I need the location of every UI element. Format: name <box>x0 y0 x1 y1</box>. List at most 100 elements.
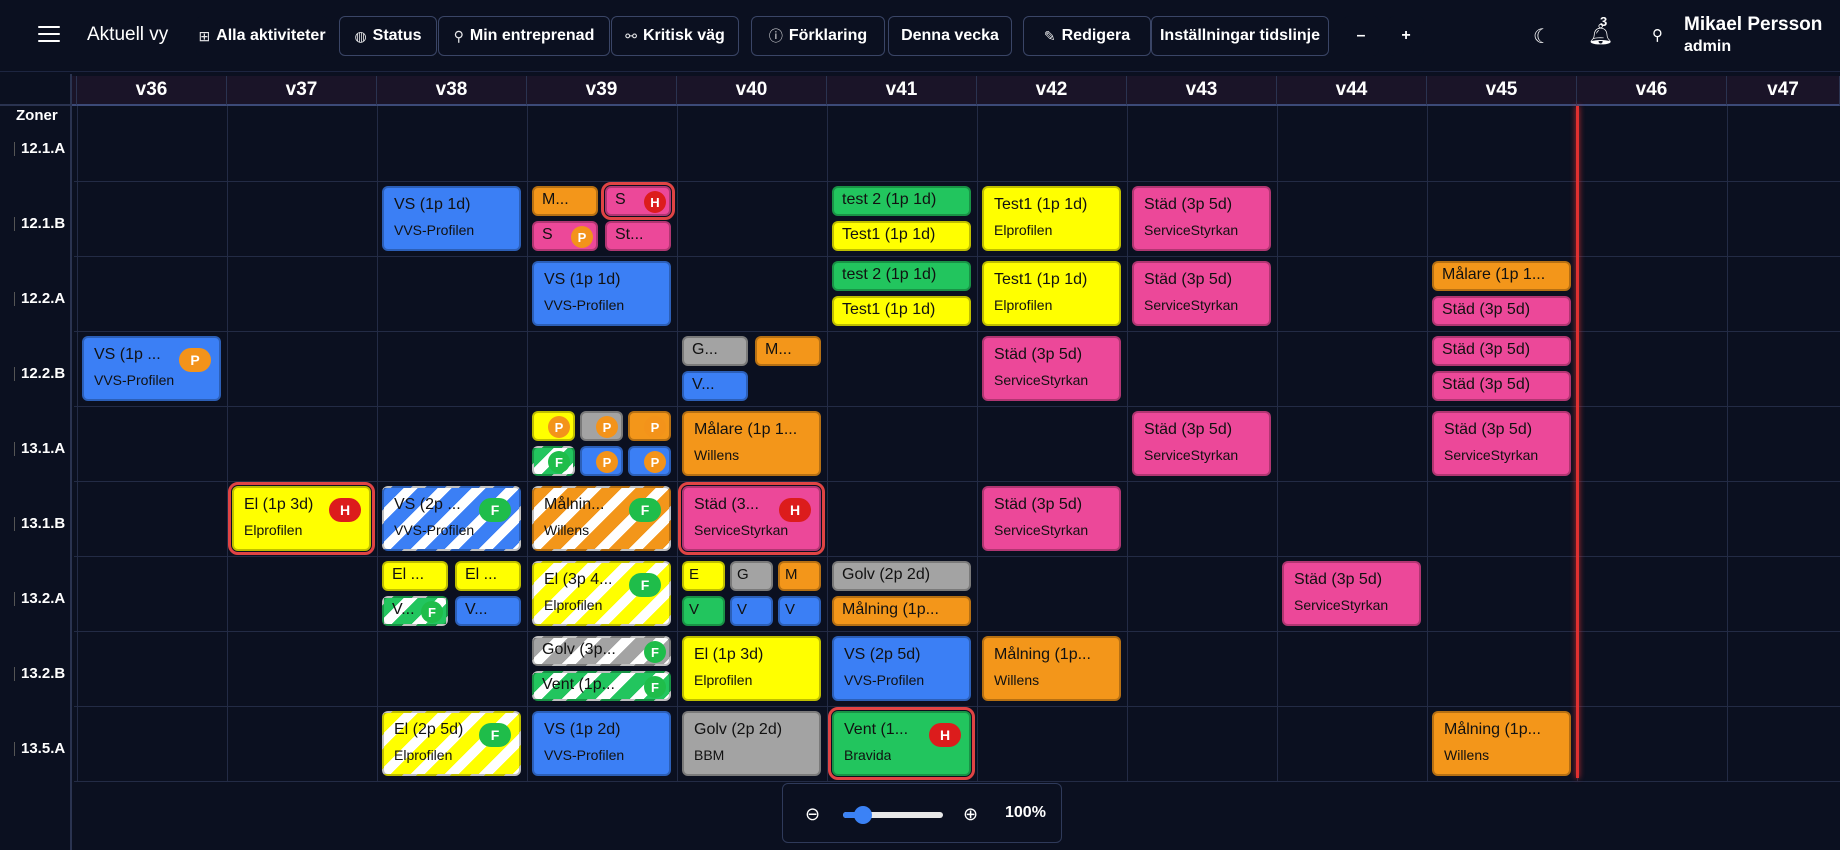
task-title: St... <box>615 226 644 243</box>
task-card[interactable]: St... <box>605 221 671 251</box>
task-card[interactable]: Städ (3p 5d) ServiceStyrkan <box>1132 411 1271 476</box>
this-week-button[interactable]: Denna vecka <box>888 16 1012 56</box>
task-contractor: Elprofilen <box>544 597 603 613</box>
task-card[interactable]: Städ (3p 5d) ServiceStyrkan <box>1132 186 1271 251</box>
task-card[interactable]: Städ (3p 5d) ServiceStyrkan <box>1132 261 1271 326</box>
task-card[interactable]: VS (1p 1d) VVS-Profilen <box>532 261 671 326</box>
week-header-v41: v41 <box>827 76 977 106</box>
edit-button[interactable]: ✎ Redigera <box>1023 16 1151 56</box>
task-card[interactable]: El (2p 5d) Elprofilen F <box>382 711 521 776</box>
zoom-in-icon[interactable]: ⊕ <box>963 804 978 825</box>
zoom-plus-button[interactable]: + <box>1388 16 1424 56</box>
user-name[interactable]: Mikael Persson <box>1684 14 1822 36</box>
task-card[interactable]: El (1p 3d) Elprofilen H <box>228 482 375 555</box>
task-title: G <box>737 566 749 583</box>
task-card[interactable]: test 2 (1p 1d) <box>832 261 971 291</box>
task-card[interactable]: V... <box>455 596 521 626</box>
task-card[interactable]: El ... <box>455 561 521 591</box>
task-card[interactable]: Test1 (1p 1d) Elprofilen <box>982 186 1121 251</box>
user-avatar-icon[interactable]: ⚲ <box>1652 26 1663 44</box>
legend-button[interactable]: ⓘ Förklaring <box>751 16 885 56</box>
task-card[interactable]: Städ (3p 5d) ServiceStyrkan <box>982 486 1121 551</box>
task-card[interactable]: Målning (1p... Willens <box>982 636 1121 701</box>
task-card[interactable]: SH <box>601 182 675 220</box>
task-card[interactable]: M... <box>755 336 821 366</box>
hamburger-menu-icon[interactable] <box>38 26 60 44</box>
task-card[interactable]: Målare (1p 1... <box>1432 261 1571 291</box>
task-card[interactable]: F <box>532 446 575 476</box>
task-card[interactable]: Målning (1p... <box>832 596 971 626</box>
zoom-out-icon[interactable]: ⊖ <box>805 804 820 825</box>
task-title: Test1 (1p 1d) <box>994 271 1088 288</box>
task-card[interactable]: El ... <box>382 561 448 591</box>
my-contractor-button[interactable]: ⚲ Min entreprenad <box>438 16 610 56</box>
zone-label-13-2-B: 13.2.B <box>14 666 65 681</box>
task-card[interactable]: E <box>682 561 725 591</box>
task-card[interactable]: Målnin... Willens F <box>532 486 671 551</box>
all-activities-button[interactable]: ⊞ Alla aktiviteter <box>196 16 328 56</box>
task-card[interactable]: Städ (3p 5d) <box>1432 296 1571 326</box>
task-card[interactable]: Städ (3p 5d) ServiceStyrkan <box>1432 411 1571 476</box>
task-card[interactable]: Golv (2p 2d) BBM <box>682 711 821 776</box>
task-card[interactable]: Vent (1p... F <box>532 671 671 701</box>
task-card[interactable]: El (3p 4... Elprofilen F <box>532 561 671 626</box>
task-card[interactable]: P <box>628 446 671 476</box>
task-contractor: VVS-Profilen <box>394 522 475 538</box>
task-card[interactable]: Test1 (1p 1d) <box>832 221 971 251</box>
task-title: E <box>689 566 700 583</box>
task-card[interactable]: SP <box>532 221 598 251</box>
task-card[interactable]: P <box>580 411 623 441</box>
task-card[interactable]: VS (1p 2d) VVS-Profilen <box>532 711 671 776</box>
task-card[interactable]: test 2 (1p 1d) <box>832 186 971 216</box>
task-card[interactable]: V... <box>682 371 748 401</box>
task-card[interactable]: Målning (1p... Willens <box>1432 711 1571 776</box>
task-card[interactable]: Test1 (1p 1d) <box>832 296 971 326</box>
task-contractor: ServiceStyrkan <box>994 522 1089 538</box>
task-card[interactable]: V <box>778 596 821 626</box>
task-card[interactable]: P <box>532 411 575 441</box>
task-card[interactable]: V <box>682 596 725 626</box>
week-header-v46: v46 <box>1577 76 1727 106</box>
task-card[interactable]: Vent (1... Bravida H <box>828 707 975 780</box>
week-header-v47: v47 <box>1727 76 1840 106</box>
task-card[interactable]: Städ (3p 5d) ServiceStyrkan <box>1282 561 1421 626</box>
timeline-settings-button[interactable]: Inställningar tidslinje <box>1151 16 1329 56</box>
task-card[interactable]: P <box>628 411 671 441</box>
status-badge-H: H <box>644 191 666 213</box>
task-card[interactable]: Målare (1p 1... Willens <box>682 411 821 476</box>
task-title: Test1 (1p 1d) <box>842 301 936 318</box>
moon-icon[interactable]: ☾ <box>1533 24 1551 49</box>
zoom-minus-button[interactable]: – <box>1343 16 1379 56</box>
task-card[interactable]: VS (2p 5d) VVS-Profilen <box>832 636 971 701</box>
task-card[interactable]: Städ (3p 5d) ServiceStyrkan <box>982 336 1121 401</box>
task-card[interactable]: VS (1p ... VVS-Profilen P <box>82 336 221 401</box>
task-card[interactable]: Test1 (1p 1d) Elprofilen <box>982 261 1121 326</box>
task-card[interactable]: Städ (3p 5d) <box>1432 336 1571 366</box>
task-title: VS (2p ... <box>394 496 461 513</box>
critical-path-button[interactable]: ⚯ Kritisk väg <box>611 16 739 56</box>
task-card[interactable]: V <box>730 596 773 626</box>
status-button[interactable]: ◍ Status <box>339 16 437 56</box>
task-card[interactable]: M... <box>532 186 598 216</box>
zoom-slider-handle[interactable] <box>854 806 872 824</box>
today-marker <box>1576 106 1579 778</box>
zoom-slider[interactable] <box>843 806 943 824</box>
task-card[interactable]: G... <box>682 336 748 366</box>
week-header-spacer <box>72 76 77 106</box>
task-contractor: Elprofilen <box>994 297 1053 313</box>
task-card[interactable]: V... F <box>382 596 448 626</box>
task-title: Målning (1p... <box>842 601 939 618</box>
task-card[interactable]: M <box>778 561 821 591</box>
task-card[interactable]: Städ (3p 5d) <box>1432 371 1571 401</box>
task-card[interactable]: VS (2p ... VVS-Profilen F <box>382 486 521 551</box>
task-card[interactable]: Golv (3p... F <box>532 636 671 666</box>
task-card[interactable]: Städ (3... ServiceStyrkan H <box>678 482 825 555</box>
all-activities-label: Alla aktiviteter <box>216 27 326 44</box>
task-card[interactable]: P <box>580 446 623 476</box>
task-card[interactable]: G <box>730 561 773 591</box>
task-contractor: Willens <box>994 672 1040 688</box>
task-title: M... <box>542 191 569 208</box>
task-card[interactable]: El (1p 3d) Elprofilen <box>682 636 821 701</box>
task-card[interactable]: VS (1p 1d) VVS-Profilen <box>382 186 521 251</box>
task-card[interactable]: Golv (2p 2d) <box>832 561 971 591</box>
